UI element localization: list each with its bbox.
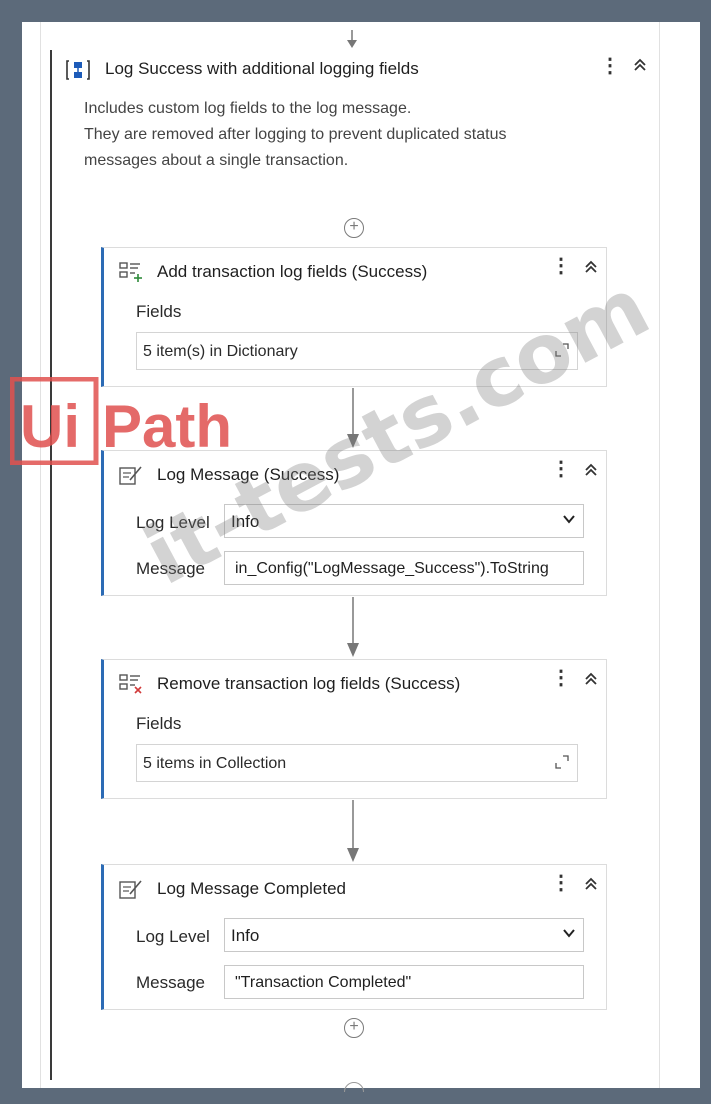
expand-editor-icon[interactable] [555, 343, 569, 357]
sequence-outline [50, 50, 52, 1080]
fields-value: 5 item(s) in Dictionary [143, 343, 298, 360]
sequence-title: Log Success with additional logging fiel… [105, 59, 419, 78]
message-label: Message [136, 559, 205, 578]
activity-title: Remove transaction log fields (Success) [157, 674, 461, 693]
sequence-icon [66, 59, 90, 81]
activity-log-message-success[interactable]: Log Message (Success) ⋮ Log Level Info M… [101, 450, 607, 596]
log-message-icon [118, 463, 144, 487]
collapse-icon[interactable] [584, 463, 598, 482]
log-level-select[interactable]: Info [224, 504, 584, 538]
add-log-fields-icon [118, 260, 144, 284]
message-input[interactable]: in_Config("LogMessage_Success").ToString [224, 551, 584, 585]
message-input[interactable]: "Transaction Completed" [224, 965, 584, 999]
message-label: Message [136, 973, 205, 992]
activity-add-log-fields[interactable]: Add transaction log fields (Success) ⋮ F… [101, 247, 607, 387]
chevron-down-icon [563, 511, 575, 527]
collapse-icon[interactable] [584, 877, 598, 896]
add-activity-plus-icon[interactable]: + [344, 218, 364, 238]
collapse-icon[interactable] [584, 260, 598, 279]
log-level-label: Log Level [136, 513, 210, 532]
annotation-line: messages about a single transaction. [84, 152, 349, 169]
top-connector-arrow [347, 30, 357, 48]
message-value: "Transaction Completed" [235, 974, 412, 991]
annotation-line: They are removed after logging to preven… [84, 126, 507, 143]
connector-arrow [347, 800, 359, 862]
more-options-icon[interactable]: ⋮ [551, 873, 571, 893]
fields-input[interactable]: 5 items in Collection [136, 744, 578, 782]
sequence-collapse-icon[interactable] [633, 58, 647, 77]
more-options-icon[interactable]: ⋮ [551, 668, 571, 688]
fields-input[interactable]: 5 item(s) in Dictionary [136, 332, 578, 370]
log-level-label: Log Level [136, 927, 210, 946]
log-message-icon [118, 877, 144, 901]
sequence-more-options-icon[interactable]: ⋮ [600, 56, 620, 76]
expand-editor-icon[interactable] [555, 755, 569, 769]
message-value: in_Config("LogMessage_Success").ToString [235, 560, 549, 577]
add-activity-plus-icon[interactable]: + [344, 1018, 364, 1038]
sequence-annotation: Includes custom log fields to the log me… [84, 96, 604, 174]
activity-title: Log Message (Success) [157, 465, 340, 484]
sequence-header[interactable]: Log Success with additional logging fiel… [60, 50, 660, 90]
activity-log-message-completed[interactable]: Log Message Completed ⋮ Log Level Info M… [101, 864, 607, 1010]
fields-value: 5 items in Collection [143, 755, 287, 772]
more-options-icon[interactable]: ⋮ [551, 256, 571, 276]
connector-arrow [347, 388, 359, 448]
annotation-line: Includes custom log fields to the log me… [84, 100, 412, 117]
activity-title: Add transaction log fields (Success) [157, 262, 428, 281]
fields-label: Fields [136, 714, 182, 733]
log-level-select[interactable]: Info [224, 918, 584, 952]
chevron-down-icon [563, 925, 575, 941]
connector-arrow [347, 597, 359, 657]
activity-title: Log Message Completed [157, 879, 347, 898]
fields-label: Fields [136, 302, 182, 321]
remove-log-fields-icon [118, 672, 144, 696]
log-level-value: Info [231, 512, 260, 531]
log-level-value: Info [231, 926, 260, 945]
add-activity-plus-icon-partial [344, 1082, 364, 1092]
activity-remove-log-fields[interactable]: Remove transaction log fields (Success) … [101, 659, 607, 799]
collapse-icon[interactable] [584, 672, 598, 691]
more-options-icon[interactable]: ⋮ [551, 459, 571, 479]
